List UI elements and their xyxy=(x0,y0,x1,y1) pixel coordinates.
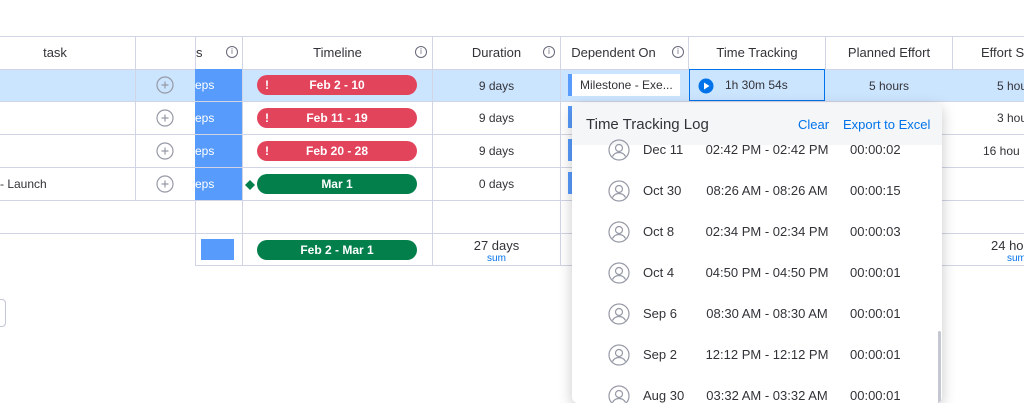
time-tracking-cell[interactable]: 1h 30m 54s xyxy=(689,69,825,101)
duration-value: 9 days xyxy=(478,111,515,125)
add-group-button[interactable] xyxy=(0,299,6,327)
avatar-icon xyxy=(608,385,630,403)
log-entry: Aug 30 03:32 AM - 03:32 AM 00:00:01 xyxy=(572,376,942,403)
log-date: Aug 30 xyxy=(643,388,685,403)
log-date: Oct 8 xyxy=(643,224,675,239)
timeline-summary-pill: Feb 2 - Mar 1 xyxy=(257,240,417,260)
column-header-task[interactable]: task xyxy=(40,37,70,69)
status-cell[interactable]: eps xyxy=(195,135,242,167)
column-header-dependent-on[interactable]: Dependent On xyxy=(561,37,666,69)
duration-value: 9 days xyxy=(478,144,515,158)
status-cell[interactable]: eps xyxy=(195,69,242,101)
log-duration: 00:00:01 xyxy=(850,265,901,280)
add-person-icon[interactable] xyxy=(156,142,174,160)
log-time-range: 12:12 PM - 12:12 PM xyxy=(705,347,829,362)
add-person-icon[interactable] xyxy=(156,76,174,94)
log-entry: Dec 11 02:42 PM - 02:42 PM 00:00:02 xyxy=(572,130,942,171)
info-icon[interactable]: i xyxy=(226,46,238,58)
milestone-diamond-icon xyxy=(245,180,255,190)
log-time-range: 02:34 PM - 02:34 PM xyxy=(705,224,829,239)
timeline-pill[interactable]: ! Feb 11 - 19 xyxy=(257,108,417,128)
duration-sum-value: 27 days xyxy=(473,238,520,253)
play-icon[interactable] xyxy=(698,78,714,94)
time-tracking-log-popup[interactable]: Time Tracking Log Clear Export to Excel … xyxy=(572,103,942,403)
log-time-range: 04:50 PM - 04:50 PM xyxy=(705,265,829,280)
add-person-icon[interactable] xyxy=(156,175,174,193)
effort-spent-value: 16 hou xyxy=(983,144,1020,158)
duration-value: 0 days xyxy=(478,177,515,191)
log-entry: Oct 8 02:34 PM - 02:34 PM 00:00:03 xyxy=(572,212,942,253)
info-icon[interactable]: i xyxy=(672,46,684,58)
avatar-icon xyxy=(608,262,630,284)
status-cell[interactable]: eps xyxy=(195,102,242,134)
log-date: Oct 4 xyxy=(643,265,675,280)
tracked-time-value: 1h 30m 54s xyxy=(725,78,788,92)
log-duration: 00:00:15 xyxy=(850,183,901,198)
column-header-time-tracking[interactable]: Time Tracking xyxy=(689,37,825,69)
log-date: Oct 30 xyxy=(643,183,682,198)
log-date: Sep 6 xyxy=(643,306,677,321)
timeline-pill[interactable]: ! Feb 20 - 28 xyxy=(257,141,417,161)
column-header-planned-effort[interactable]: Planned Effort xyxy=(826,37,952,69)
log-entry: Oct 30 08:26 AM - 08:26 AM 00:00:15 xyxy=(572,171,942,212)
status-cell[interactable]: eps xyxy=(195,168,242,200)
log-duration: 00:00:01 xyxy=(850,306,901,321)
status-summary-bar xyxy=(201,239,234,260)
effort-spent-value: 5 hou xyxy=(997,79,1024,93)
log-duration: 00:00:01 xyxy=(850,347,901,362)
avatar-icon xyxy=(608,139,630,161)
avatar-icon xyxy=(608,180,630,202)
effort-spent-value: 3 hou xyxy=(997,111,1024,125)
log-duration: 00:00:01 xyxy=(850,388,901,403)
task-name[interactable]: - Launch xyxy=(0,177,47,191)
log-time-range: 02:42 PM - 02:42 PM xyxy=(705,142,829,157)
column-header-timeline[interactable]: Timeline xyxy=(243,37,432,69)
log-date: Sep 2 xyxy=(643,347,677,362)
log-entry: Sep 2 12:12 PM - 12:12 PM 00:00:01 xyxy=(572,335,942,376)
avatar-icon xyxy=(608,221,630,243)
avatar-icon xyxy=(608,344,630,366)
log-time-range: 08:30 AM - 08:30 AM xyxy=(706,306,828,321)
log-time-range: 03:32 AM - 03:32 AM xyxy=(706,388,828,403)
log-date: Dec 11 xyxy=(643,142,684,157)
timeline-pill[interactable]: ! Feb 2 - 10 xyxy=(257,75,417,95)
column-header-effort-spent[interactable]: Effort S xyxy=(953,37,1024,69)
planned-effort-value: 5 hours xyxy=(868,79,910,93)
column-header-duration[interactable]: Duration xyxy=(433,37,560,69)
add-person-icon[interactable] xyxy=(156,109,174,127)
info-icon[interactable]: i xyxy=(543,46,555,58)
duration-sum-label: sum xyxy=(487,253,506,264)
log-time-range: 08:26 AM - 08:26 AM xyxy=(706,183,828,198)
timeline-pill[interactable]: Mar 1 xyxy=(257,174,417,194)
effort-sum-value: 24 hou xyxy=(991,238,1024,253)
info-icon[interactable]: i xyxy=(415,46,427,58)
dependency-chip[interactable]: Milestone - Exe... xyxy=(568,74,680,96)
log-entry: Oct 4 04:50 PM - 04:50 PM 00:00:01 xyxy=(572,253,942,294)
avatar-icon xyxy=(608,303,630,325)
column-header-owners[interactable]: s xyxy=(196,37,203,69)
log-entry: Sep 6 08:30 AM - 08:30 AM 00:00:01 xyxy=(572,294,942,335)
effort-sum-label: sum xyxy=(1007,253,1024,264)
duration-value: 9 days xyxy=(478,79,515,93)
log-duration: 00:00:03 xyxy=(850,224,901,239)
log-duration: 00:00:02 xyxy=(850,142,901,157)
